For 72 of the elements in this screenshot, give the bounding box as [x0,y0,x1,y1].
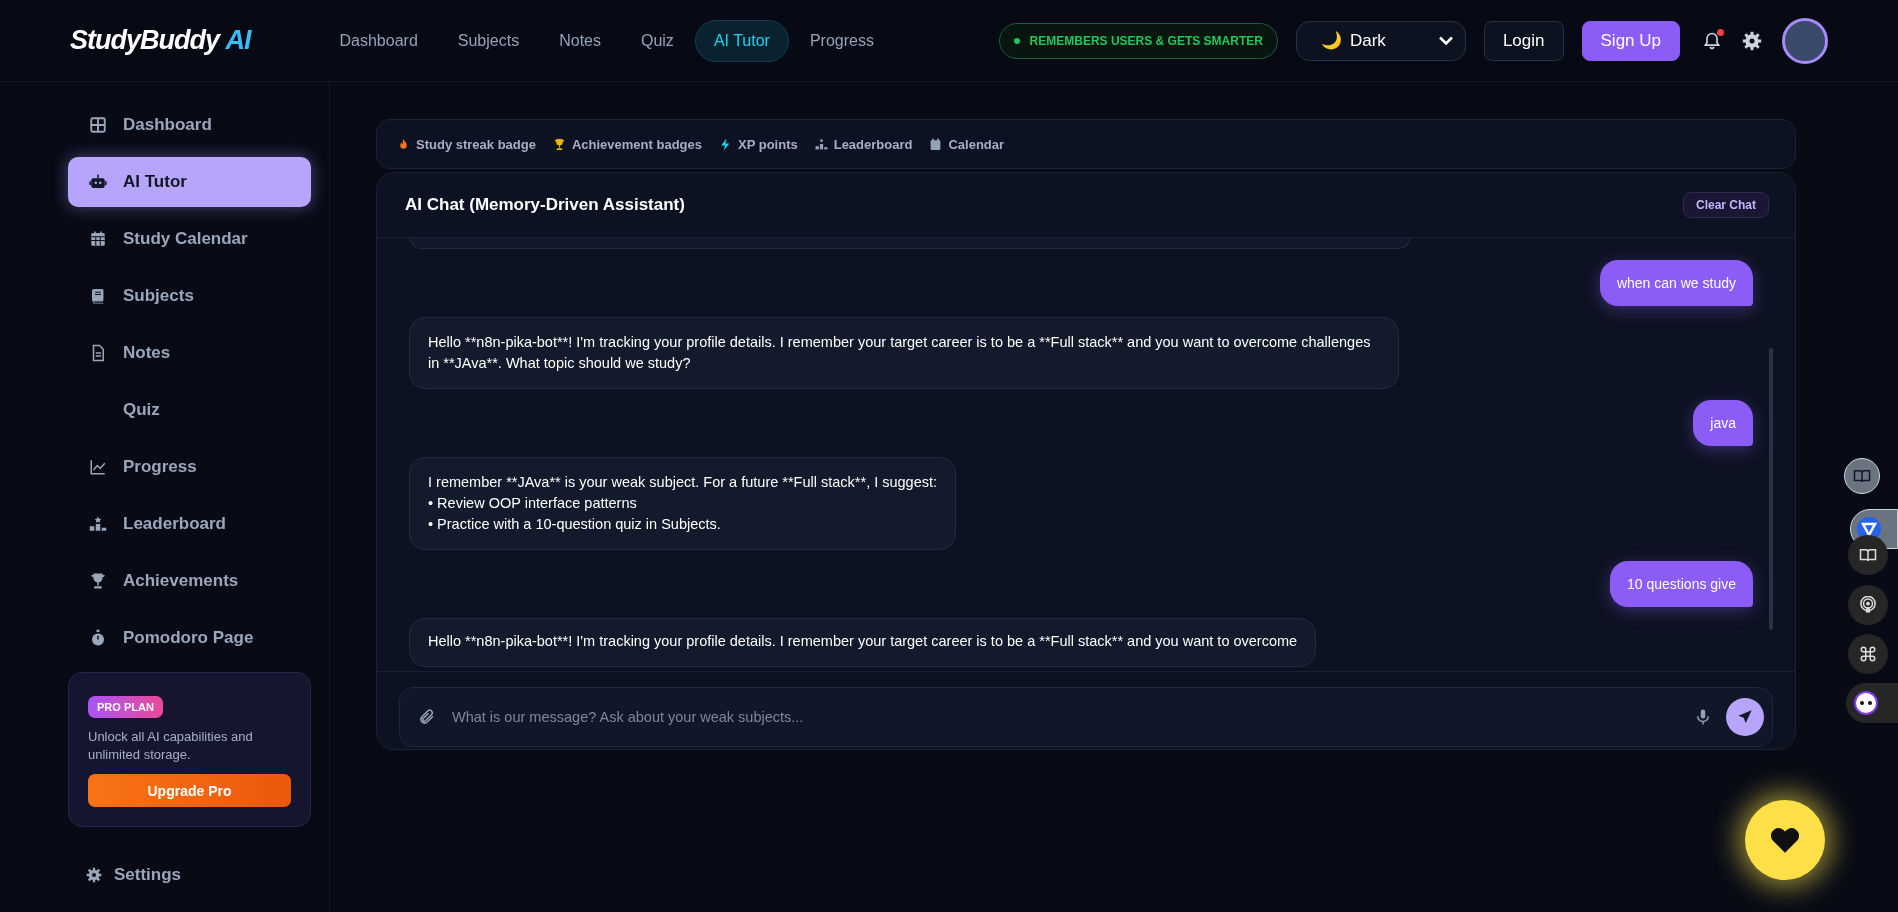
calendar-icon [929,137,943,151]
sidebar-item[interactable]: Progress [68,442,311,492]
book-button[interactable] [1844,458,1880,494]
sidebar-item[interactable]: Pomodoro Page [68,613,311,663]
logo[interactable]: StudyBuddy AI [70,25,251,56]
nav-link[interactable]: Subjects [438,19,539,62]
book-icon [1859,546,1877,564]
badge-label: XP points [738,136,798,152]
nav-link[interactable]: Notes [540,19,620,62]
avatar[interactable] [1782,17,1828,64]
bell-icon [1702,30,1722,51]
assistant-message: I remember **JAva** is your weak subject. For a future **Full stack**, I suggest: • Review OOP interface patterns • Practice with a 10-question quiz in Subjects. [409,457,957,550]
lightning-icon [719,137,732,151]
favorite-button[interactable] [1745,800,1825,880]
assistant-button[interactable] [1846,683,1898,723]
nav-link[interactable]: Dashboard [320,19,437,62]
nav-link[interactable]: AI Tutor [694,19,789,62]
chevron-down-icon [1438,36,1453,45]
badge-label: Calendar [948,136,1005,152]
podium-icon [89,515,107,533]
status-pill: REMEMBERS USERS & GETS SMARTER [998,22,1278,59]
settings-icon [1742,30,1762,51]
settings-link[interactable]: Settings [114,865,182,885]
scrollbar[interactable] [1769,348,1773,630]
trophy-icon [552,137,566,151]
message-field[interactable]: What is our message? Ask about your weak subjects... [399,687,1773,747]
send-icon [1737,709,1753,725]
nav-link[interactable]: Progress [790,19,893,62]
reader-button[interactable] [1848,535,1888,575]
grid-icon [89,116,107,134]
flame-icon [397,137,410,151]
sidebar-item[interactable]: Study Calendar [68,214,311,264]
badge-label: Leaderboard [833,136,913,152]
user-message: when can we study [1599,260,1753,306]
microphone-icon [1694,708,1712,726]
paperclip-icon [418,708,436,726]
signup-button[interactable]: Sign Up [1581,20,1680,61]
trophy-icon [89,572,107,590]
assistant-message: Hello **n8n-pika-bot**! I'm tracking your profile details. I remember your target career is to be a **Full stack** and you want to overcome challenges in **JAva**. What topic should we study? [409,317,1399,389]
podcast-button[interactable] [1848,585,1888,625]
clear-chat-button[interactable]: Clear Chat [1682,192,1769,218]
settings-icon [86,867,102,883]
theme-dropdown[interactable]: 🌙 Dark [1295,20,1466,61]
sidebar-item[interactable]: Leaderboard [68,499,311,549]
command-icon [1859,645,1877,663]
message-input[interactable]: What is our message? Ask about your weak subjects... [450,708,1680,726]
sidebar-item[interactable]: Subjects [68,271,311,321]
sidebar-item[interactable]: AI Tutor [68,157,311,207]
assistant-message: Hello **n8n-pika-bot**! I'm tracking your profile details. I remember your target career is to be a **Full stack** and you want to overcome [409,618,1317,667]
plan-description: Unlock all AI capabilities and unlimited storage. [88,728,254,764]
plan-badge: PRO PLAN [88,696,163,718]
calendar-icon [89,230,107,248]
user-message: java [1693,400,1753,446]
robot-icon [89,173,107,191]
sidebar-item[interactable]: Dashboard [68,100,311,150]
sidebar-item[interactable]: Quiz [68,385,311,435]
login-button[interactable]: Login [1483,20,1564,61]
send-button[interactable] [1726,698,1764,736]
chat-title: AI Chat (Memory-Driven Assistant) [405,195,685,215]
book-icon [1853,467,1871,485]
podcast-icon [1859,596,1877,614]
robot-face-icon [1854,691,1878,715]
line-chart-icon [89,458,107,476]
podium-icon [814,137,828,151]
sidebar-item[interactable]: Notes [68,328,311,378]
badge-label: Achievement badges [571,136,702,152]
sidebar-item[interactable]: Achievements [68,556,311,606]
nav-link[interactable]: Quiz [621,19,693,62]
stopwatch-icon [89,629,107,647]
command-button[interactable] [1848,634,1888,674]
user-message: 10 questions give [1610,561,1753,607]
badge-label: Study streak badge [416,136,536,152]
